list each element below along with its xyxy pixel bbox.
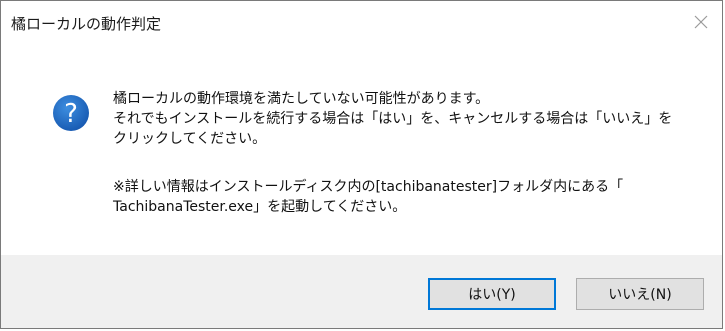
button-bar: はい(Y) いいえ(N)	[1, 255, 722, 328]
message-line: それでもインストールを続行する場合は「はい」を、キャンセルする場合は「いいえ」を	[113, 111, 673, 127]
title-bar[interactable]: 橘ローカルの動作判定	[1, 1, 722, 41]
close-button[interactable]	[684, 7, 718, 37]
yes-button[interactable]: はい(Y)	[428, 278, 556, 310]
window-title: 橘ローカルの動作判定	[11, 15, 162, 33]
no-button[interactable]: いいえ(N)	[576, 278, 704, 310]
svg-text:?: ?	[64, 99, 78, 129]
message-line: 橘ローカルの動作環境を満たしていない可能性があります。	[113, 91, 490, 107]
note-line: TachibanaTester.exe」を起動してください。	[113, 199, 407, 215]
note-line: ※詳しい情報はインストールディスク内の[tachibanatester]フォルダ…	[113, 179, 624, 195]
question-icon: ?	[53, 95, 89, 131]
message-dialog: 橘ローカルの動作判定 ? 橘ローカルの動作環境を満たしていない可能性があります。…	[0, 0, 723, 329]
close-icon	[694, 15, 708, 29]
message-text: 橘ローカルの動作環境を満たしていない可能性があります。 それでもインストールを続…	[113, 89, 703, 217]
dialog-content: ? 橘ローカルの動作環境を満たしていない可能性があります。 それでもインストール…	[1, 41, 722, 256]
message-line: クリックしてください。	[113, 131, 267, 147]
